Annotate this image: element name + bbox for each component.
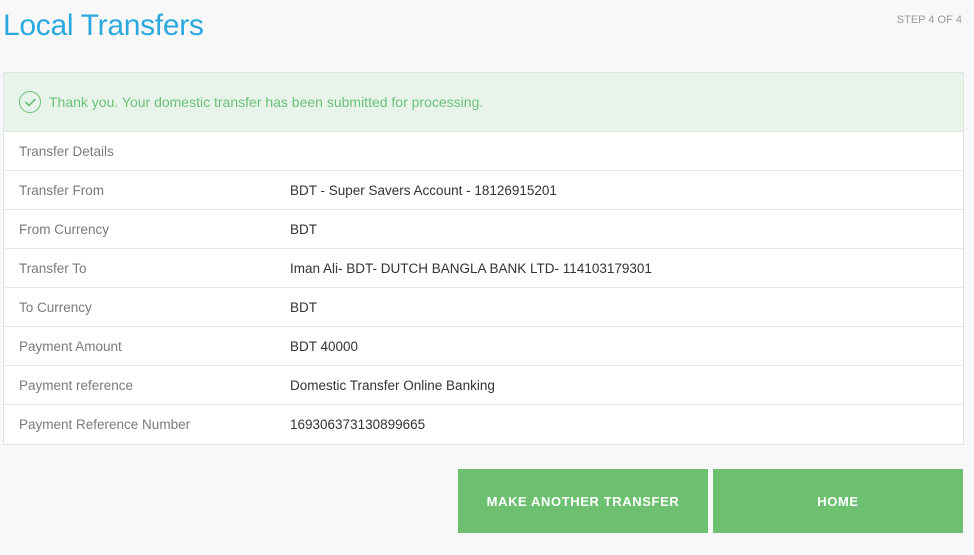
success-message: Thank you. Your domestic transfer has be…	[49, 94, 484, 110]
success-alert: Thank you. Your domestic transfer has be…	[4, 73, 963, 132]
make-another-transfer-button[interactable]: MAKE ANOTHER TRANSFER	[458, 469, 708, 533]
detail-label: From Currency	[19, 221, 110, 237]
detail-row-to-currency: To Currency BDT	[4, 288, 963, 327]
step-indicator: STEP 4 OF 4	[896, 14, 962, 26]
detail-value: BDT - Super Savers Account - 18126915201	[290, 182, 557, 198]
detail-value: Iman Ali- BDT- DUTCH BANGLA BANK LTD- 11…	[290, 260, 652, 276]
details-section-header: Transfer Details	[4, 132, 963, 171]
checkmark-icon	[24, 98, 36, 106]
detail-row-transfer-from: Transfer From BDT - Super Savers Account…	[4, 171, 963, 210]
detail-value: BDT 40000	[290, 338, 359, 354]
detail-label: Payment reference	[19, 377, 134, 393]
transfer-confirmation-panel: Thank you. Your domestic transfer has be…	[3, 72, 964, 445]
detail-value: BDT	[290, 221, 317, 237]
detail-label: To Currency	[19, 299, 92, 315]
home-button[interactable]: HOME	[713, 469, 963, 533]
detail-value: 169306373130899665	[290, 417, 426, 432]
page: Local Transfers STEP 4 OF 4 Thank you. Y…	[0, 0, 974, 555]
detail-label: Payment Reference Number	[19, 417, 191, 432]
section-title: Transfer Details	[19, 143, 114, 159]
page-title: Local Transfers	[3, 9, 204, 42]
detail-value: Domestic Transfer Online Banking	[290, 377, 495, 393]
detail-row-payment-amount: Payment Amount BDT 40000	[4, 327, 963, 366]
detail-label: Payment Amount	[19, 338, 122, 354]
detail-value: BDT	[290, 299, 317, 315]
detail-label: Transfer From	[19, 182, 105, 198]
detail-label: Transfer To	[19, 260, 87, 276]
check-circle-icon	[19, 91, 41, 113]
detail-row-transfer-to: Transfer To Iman Ali- BDT- DUTCH BANGLA …	[4, 249, 963, 288]
detail-row-payment-reference-number: Payment Reference Number 169306373130899…	[4, 405, 963, 444]
detail-row-from-currency: From Currency BDT	[4, 210, 963, 249]
detail-row-payment-reference: Payment reference Domestic Transfer Onli…	[4, 366, 963, 405]
